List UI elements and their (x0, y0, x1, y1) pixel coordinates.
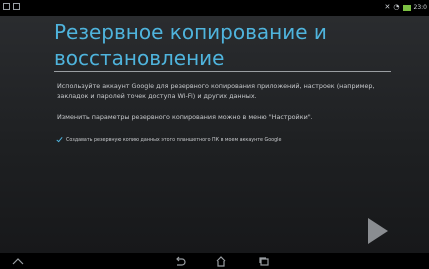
notification-icon (3, 3, 10, 10)
checkmark-icon[interactable] (57, 137, 63, 143)
page-title: Резервное копирование и восстановление (54, 20, 327, 70)
notification-area (3, 3, 20, 10)
battery-icon (402, 4, 411, 11)
wifi-icon: ◔ (393, 3, 400, 11)
backup-checkbox-label[interactable]: Создавать резервную копию данных этого п… (66, 138, 281, 143)
back-button[interactable] (170, 254, 190, 268)
mute-icon: ✕ (384, 3, 391, 11)
backup-description: Используйте аккаунт Google для резервног… (57, 82, 375, 100)
system-tray[interactable]: ✕ ◔ 23:0 (385, 2, 427, 13)
recent-apps-button[interactable] (254, 254, 274, 268)
backup-restore-screen: Резервное копирование и восстановление И… (0, 16, 429, 253)
status-bar: ✕ ◔ 23:0 (0, 0, 429, 16)
title-divider (54, 71, 391, 72)
settings-hint: Изменить параметры резервного копировани… (57, 113, 313, 121)
back-icon (176, 256, 186, 266)
recent-apps-icon (259, 257, 269, 266)
home-button[interactable] (211, 254, 231, 268)
keyboard-hide-button[interactable] (8, 254, 28, 268)
clock: 23:0 (413, 4, 427, 11)
next-button[interactable] (365, 216, 391, 246)
keyboard-hide-icon (12, 258, 24, 265)
screenshot-icon (13, 3, 20, 10)
home-icon (216, 256, 226, 267)
backup-checkbox-row[interactable]: Создавать резервную копию данных этого п… (57, 137, 281, 143)
next-arrow-icon (368, 218, 388, 244)
navigation-bar (0, 253, 429, 269)
